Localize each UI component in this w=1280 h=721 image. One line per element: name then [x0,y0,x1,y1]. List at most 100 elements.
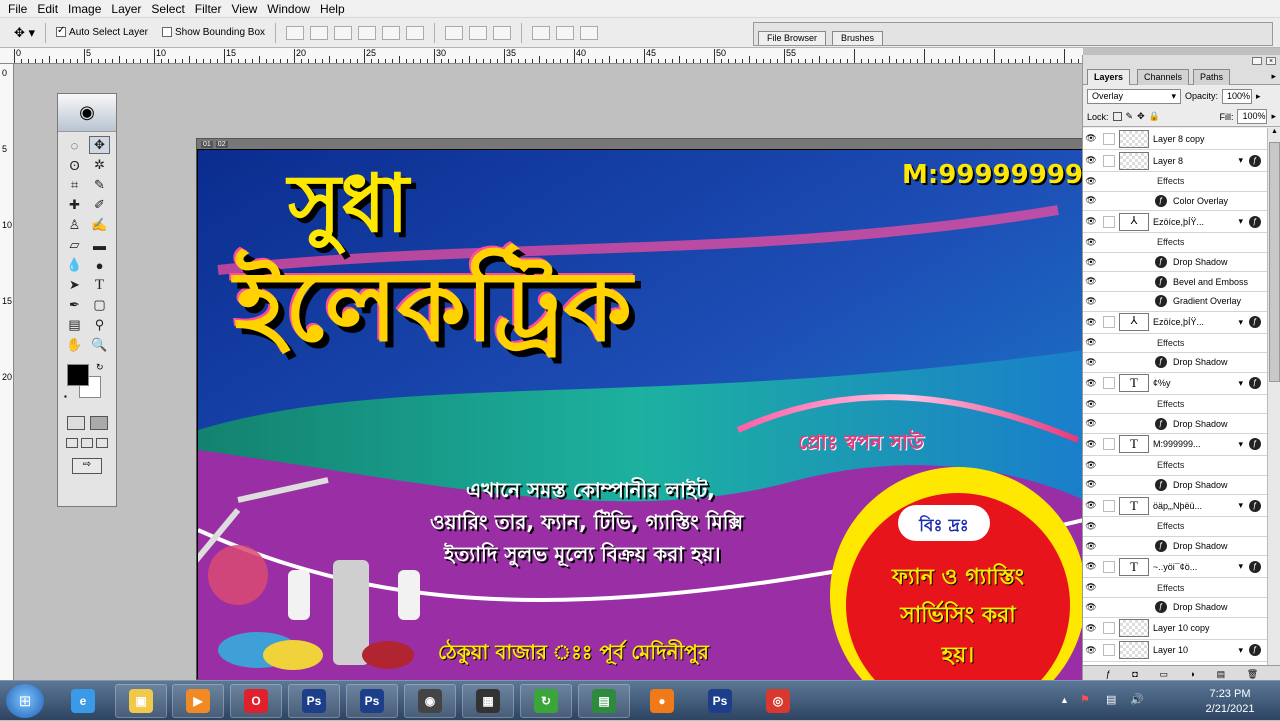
layer-link-box[interactable] [1103,499,1115,512]
clock-date[interactable]: 2/21/2021 [1200,703,1260,715]
lock-all-icon[interactable]: 🔒 [1149,111,1160,122]
expand-effects-icon[interactable]: ▾ [1238,317,1243,328]
visibility-eye-icon[interactable]: 👁 [1083,521,1099,532]
distribute-vcenter-button[interactable] [469,25,488,40]
start-button[interactable]: ⊞ [6,684,44,718]
expand-effects-icon[interactable]: ▾ [1238,500,1243,511]
layer-effects-indicator[interactable]: ▾ ƒ [1238,644,1261,656]
lock-image-icon[interactable]: ✎ [1126,111,1134,122]
expand-effects-icon[interactable]: ▾ [1238,378,1243,389]
scroll-up-icon[interactable]: ▲ [1268,128,1280,140]
menu-view[interactable]: View [227,2,263,16]
show-bounding-box-checkbox[interactable]: Show Bounding Box [161,27,265,38]
effect-row[interactable]: 👁 ƒ Drop Shadow [1083,598,1267,618]
effect-row[interactable]: 👁 ƒ Drop Shadow [1083,253,1267,273]
pen-tool-icon[interactable]: ✒ [64,296,85,314]
visibility-eye-icon[interactable]: 👁 [1083,623,1099,634]
effects-group-row[interactable]: 👁 Effects [1083,233,1267,253]
effect-row[interactable]: 👁 ƒ Drop Shadow [1083,476,1267,496]
layer-effects-indicator[interactable]: ▾ ƒ [1238,316,1261,329]
distribute-right-button[interactable] [580,25,599,40]
effect-row[interactable]: 👁 ƒ Drop Shadow [1083,353,1267,373]
layer-row[interactable]: 👁 Layer 10 ▾ ƒ [1083,640,1267,662]
clone-stamp-tool-icon[interactable]: ♙ [64,216,85,234]
screen-mode-standard-icon[interactable] [65,438,78,448]
align-vcenter-button[interactable] [310,25,329,40]
delete-layer-icon[interactable]: 🗑 [1247,669,1258,680]
layer-row[interactable]: 👁 ⅄ Ezöíce,þÍŸ... ▾ ƒ [1083,211,1267,234]
layer-effects-indicator[interactable]: ▾ ƒ [1238,499,1261,512]
visibility-eye-icon[interactable]: 👁 [1083,500,1099,511]
blend-mode-select[interactable]: Overlay ▾ [1087,88,1181,104]
tab-brushes[interactable]: Brushes [832,31,884,45]
visibility-eye-icon[interactable]: 👁 [1083,378,1099,389]
layer-effects-indicator[interactable]: ▾ ƒ [1238,154,1261,167]
eraser-tool-icon[interactable]: ▱ [64,236,85,254]
palette-menu-icon[interactable]: ▸ [1271,71,1276,82]
photoshop-active-taskbar-icon[interactable]: Ps [694,684,746,718]
distribute-left-button[interactable] [532,25,551,40]
tab-paths[interactable]: Paths [1193,69,1231,85]
eyedropper-tool-icon[interactable]: ⚲ [89,316,110,334]
magic-wand-tool-icon[interactable]: ✲ [89,156,110,174]
layers-scrollbar[interactable]: ▲ [1267,128,1280,665]
effect-row[interactable]: 👁 ƒ Bevel and Emboss [1083,272,1267,292]
visibility-eye-icon[interactable]: 👁 [1083,460,1099,471]
effect-row[interactable]: 👁 ƒ Drop Shadow [1083,537,1267,557]
visibility-eye-icon[interactable]: 👁 [1083,439,1099,450]
lock-position-icon[interactable]: ✥ [1137,111,1145,122]
palette-minimize-icon[interactable] [1252,57,1262,65]
visibility-eye-icon[interactable]: 👁 [1083,357,1099,368]
media-player-taskbar-icon[interactable]: ▶ [172,684,224,718]
visibility-eye-icon[interactable]: 👁 [1083,216,1099,227]
swap-colors-icon[interactable]: ↻ [96,362,104,373]
photoshop-taskbar-icon[interactable]: Ps [288,684,340,718]
clock-time[interactable]: 7:23 PM [1200,688,1260,700]
layer-style-icon[interactable]: ƒ [1106,669,1111,679]
menu-edit[interactable]: Edit [33,2,64,16]
tab-file-browser[interactable]: File Browser [758,31,827,45]
visibility-eye-icon[interactable]: 👁 [1083,602,1099,613]
history-brush-tool-icon[interactable]: ✍ [89,216,110,234]
layer-link-box[interactable] [1103,377,1115,390]
layer-row[interactable]: 👁 T M:999999... ▾ ƒ [1083,434,1267,456]
menu-file[interactable]: File [4,2,33,16]
spreadsheet-taskbar-icon[interactable]: ▤ [578,684,630,718]
visibility-eye-icon[interactable]: 👁 [1083,195,1099,206]
layer-row[interactable]: 👁 ⅄ Ezöíce,þÍŸ... ▾ ƒ [1083,312,1267,334]
expand-effects-icon[interactable]: ▾ [1238,561,1243,572]
align-left-button[interactable] [358,25,377,40]
adjustment-layer-icon[interactable]: ◑ [1190,669,1195,679]
expand-effects-icon[interactable]: ▾ [1238,155,1243,166]
palette-close-icon[interactable]: × [1266,57,1276,65]
scroll-thumb[interactable] [1269,142,1280,382]
layer-row[interactable]: 👁 T ¢%y ▾ ƒ [1083,373,1267,395]
chrome-taskbar-icon[interactable]: ◎ [752,684,804,718]
effects-group-row[interactable]: 👁 Effects [1083,456,1267,476]
visibility-eye-icon[interactable]: 👁 [1083,276,1099,287]
fill-arrow-icon[interactable]: ▸ [1271,111,1276,122]
healing-brush-tool-icon[interactable]: ✚ [64,196,85,214]
video-editor-taskbar-icon[interactable]: ▦ [462,684,514,718]
effects-group-row[interactable]: 👁 Effects [1083,517,1267,537]
tray-network-icon[interactable]: ▤ [1106,693,1116,706]
notes-tool-icon[interactable]: ▤ [64,316,85,334]
screen-mode-full-icon[interactable] [96,438,109,448]
visibility-eye-icon[interactable]: 👁 [1083,257,1099,268]
crop-tool-icon[interactable]: ⌗ [64,176,85,194]
opera-taskbar-icon[interactable]: O [230,684,282,718]
visibility-eye-icon[interactable]: 👁 [1083,541,1099,552]
tray-arrow-icon[interactable]: ▲ [1060,695,1069,705]
layer-row[interactable]: 👁 T ~..yöi¯¢ö... ▾ ƒ [1083,556,1267,579]
layer-link-box[interactable] [1103,622,1115,634]
layer-effects-indicator[interactable]: ▾ ƒ [1238,560,1261,573]
menu-help[interactable]: Help [316,2,351,16]
lasso-tool-icon[interactable]: ʘ [64,156,85,174]
tab-channels[interactable]: Channels [1137,69,1190,85]
effects-group-row[interactable]: 👁 Effects [1083,172,1267,192]
distribute-top-button[interactable] [445,25,464,40]
adobe-online-icon[interactable]: ◉ [58,94,116,132]
effect-row[interactable]: 👁 ƒ Gradient Overlay [1083,292,1267,312]
layer-link-box[interactable] [1103,316,1115,329]
gradient-tool-icon[interactable]: ▬ [89,236,110,254]
